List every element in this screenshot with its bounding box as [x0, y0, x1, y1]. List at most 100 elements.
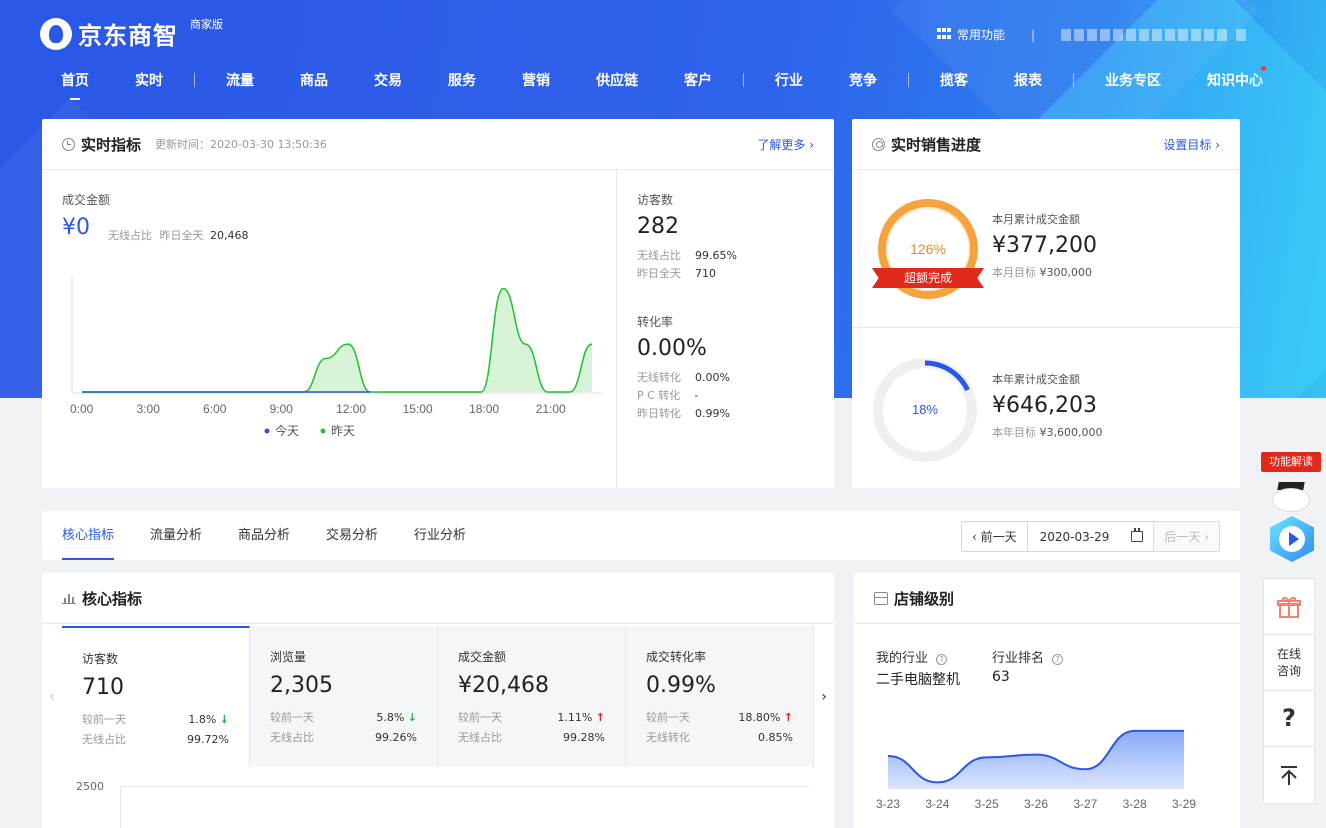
- x-tick-label: 6:00: [203, 402, 227, 416]
- nav-divider: [908, 73, 909, 87]
- gift-button[interactable]: [1264, 579, 1314, 635]
- gift-icon: [1277, 596, 1301, 618]
- clock-icon: [62, 137, 75, 151]
- feature-intro-badge[interactable]: 功能解读: [1261, 452, 1321, 472]
- metric-ratio-label: 无线占比: [458, 731, 502, 744]
- nav-item-0[interactable]: 首页: [38, 70, 112, 100]
- y-axis-top-tick: 2500: [76, 780, 104, 793]
- conv-wireless-label: 无线转化: [637, 371, 681, 384]
- x-tick-label: 18:00: [469, 402, 499, 416]
- nav-item-1[interactable]: 实时: [112, 70, 186, 90]
- nav-divider: [1073, 73, 1074, 87]
- date-field[interactable]: 2020-03-29: [1028, 522, 1155, 551]
- online-consult-button[interactable]: 在线 咨询: [1264, 635, 1314, 691]
- year-progress-ring: 18%: [873, 358, 977, 462]
- legend-label[interactable]: 今天: [275, 423, 299, 438]
- metric-value: 710: [82, 675, 124, 700]
- learn-more-link[interactable]: 了解更多 ›: [757, 136, 814, 153]
- metric-compare-value: 18.80%: [738, 711, 781, 724]
- over-achieved-ribbon: 超额完成: [872, 268, 984, 288]
- tab-core-metrics[interactable]: 核心指标: [62, 511, 115, 560]
- metric-name: 成交转化率: [646, 650, 707, 664]
- rank-help-icon[interactable]: ?: [1052, 654, 1064, 665]
- metric-compare-value: 1.8%: [188, 713, 217, 726]
- visitors-wireless-label: 无线占比: [637, 249, 681, 262]
- back-to-top-button[interactable]: [1264, 747, 1314, 803]
- year-target-label: 本年目标: [992, 426, 1036, 439]
- nav-item-7[interactable]: 供应链: [573, 70, 661, 90]
- metric-compare-label: 较前一天: [270, 711, 314, 724]
- month-percent: 126%: [910, 241, 946, 257]
- tab-traffic-analysis[interactable]: 流量分析: [150, 511, 202, 560]
- month-target-label: 本月目标: [992, 266, 1036, 279]
- nav-item-4[interactable]: 交易: [351, 70, 425, 90]
- nav-item-8[interactable]: 客户: [661, 70, 735, 90]
- target-icon: [872, 137, 885, 151]
- metrics-next-arrow[interactable]: ›: [814, 626, 834, 767]
- nav-item-2[interactable]: 流量: [203, 70, 277, 90]
- nav-item-10[interactable]: 竞争: [826, 70, 900, 90]
- tab-industry-analysis[interactable]: 行业分析: [414, 511, 466, 560]
- metric-ratio-value: 99.72%: [187, 733, 229, 746]
- nav-item-3[interactable]: 商品: [277, 70, 351, 90]
- legend-marker: [264, 428, 270, 434]
- year-target-value: ¥3,600,000: [1039, 426, 1103, 439]
- visitors-yesterday-value: 710: [695, 267, 716, 280]
- nav-item-5[interactable]: 服务: [425, 70, 499, 90]
- legend-label[interactable]: 昨天: [331, 424, 355, 438]
- tab-product-analysis[interactable]: 商品分析: [238, 511, 290, 560]
- jd-logo-icon: [40, 17, 72, 50]
- account-name-masked[interactable]: [1061, 28, 1246, 41]
- rank-label: 行业排名: [992, 651, 1045, 666]
- metric-card-3[interactable]: 成交转化率 0.99% 较前一天 18.80% ↑ 无线转化 0.85%: [626, 626, 814, 767]
- calendar-icon: [1131, 528, 1144, 542]
- realtime-card: 实时指标 更新时间：2020-03-30 13:50:36 了解更多 › 成交金…: [42, 119, 834, 488]
- nav-item-12[interactable]: 报表: [991, 70, 1065, 90]
- logo[interactable]: 京东商智 商家版: [40, 16, 223, 51]
- metric-name: 浏览量: [270, 650, 307, 664]
- nav-item-9[interactable]: 行业: [752, 70, 826, 90]
- year-gmv-label: 本年累计成交金额: [992, 373, 1080, 386]
- sales-progress-title: 实时销售进度: [891, 135, 982, 154]
- industry-help-icon[interactable]: ?: [936, 654, 948, 665]
- industry-label: 我的行业: [876, 651, 929, 666]
- grid-icon: [936, 27, 953, 42]
- arrow-down-icon: ↓: [219, 713, 229, 726]
- brand-name: 京东商智: [78, 22, 178, 50]
- nav-item-13[interactable]: 业务专区: [1082, 70, 1184, 90]
- month-gmv-value: ¥377,200: [992, 233, 1097, 258]
- metric-card-2[interactable]: 成交金额 ¥20,468 较前一天 1.11% ↑ 无线占比 99.28%: [438, 626, 626, 767]
- common-functions-link[interactable]: 常用功能: [957, 26, 1005, 43]
- help-button[interactable]: ?: [1264, 691, 1314, 747]
- metric-ratio-label: 无线占比: [82, 733, 126, 746]
- shop-level-title: 店铺级别: [894, 589, 955, 608]
- tab-trade-analysis[interactable]: 交易分析: [326, 511, 378, 560]
- bar-chart-icon: [62, 592, 76, 604]
- prev-day-button[interactable]: ‹ 前一天: [962, 522, 1028, 551]
- visitors-yesterday-label: 昨日全天: [637, 267, 681, 280]
- industry-value: 二手电脑整机: [876, 672, 960, 688]
- gmv-label: 成交金额: [62, 193, 111, 207]
- arrow-up-top-icon: [1281, 766, 1297, 785]
- metric-card-1[interactable]: 浏览量 2,305 较前一天 5.8% ↓ 无线占比 99.26%: [250, 626, 438, 767]
- metrics-prev-arrow[interactable]: ‹: [42, 626, 62, 767]
- nav-item-6[interactable]: 营销: [499, 70, 573, 90]
- year-percent: 18%: [912, 402, 938, 417]
- series-area-yesterday: [82, 288, 592, 392]
- nav-item-11[interactable]: 揽客: [917, 70, 991, 90]
- metric-ratio-value: 99.28%: [563, 731, 605, 744]
- set-target-link[interactable]: 设置目标 ›: [1163, 136, 1220, 153]
- core-metrics-title: 核心指标: [82, 589, 143, 608]
- nav-item-14[interactable]: 知识中心: [1184, 66, 1286, 90]
- x-tick-label: 15:00: [403, 402, 433, 416]
- conv-wireless-value: 0.00%: [695, 371, 730, 384]
- shop-icon: [874, 591, 888, 605]
- metric-value: 2,305: [270, 673, 333, 698]
- assistant-mascot[interactable]: [1266, 478, 1318, 568]
- metric-card-0[interactable]: 访客数 710 较前一天 1.8% ↓ 无线占比 99.72%: [62, 626, 250, 767]
- gmv-wireless-label: 无线占比: [108, 229, 152, 242]
- year-gmv-value: ¥646,203: [992, 393, 1097, 418]
- metric-compare-label: 较前一天: [646, 711, 690, 724]
- gmv-value: ¥0: [62, 215, 90, 240]
- update-time: 更新时间：2020-03-30 13:50:36: [155, 138, 327, 151]
